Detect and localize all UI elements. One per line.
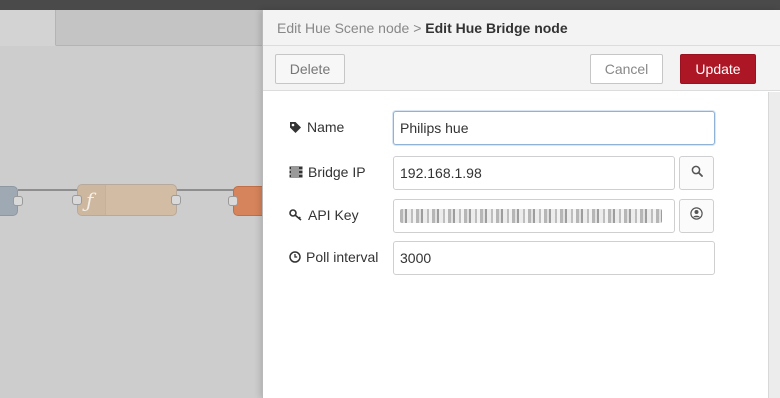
form-row-name: Name Philips hue	[289, 111, 719, 145]
server-icon	[289, 166, 303, 178]
search-icon	[691, 164, 703, 182]
api-key-label: API Key	[308, 207, 359, 223]
user-circle-icon	[690, 207, 703, 225]
workspace-tab[interactable]	[0, 10, 56, 46]
workspace-tab-bar	[0, 10, 262, 46]
function-node[interactable]: ƒ	[72, 184, 181, 216]
obscured-api-key	[400, 209, 662, 223]
search-bridge-button[interactable]	[679, 156, 714, 190]
key-icon	[289, 209, 303, 221]
update-button[interactable]: Update	[680, 54, 756, 84]
breadcrumb: Edit Hue Scene node > Edit Hue Bridge no…	[263, 10, 780, 46]
flow-wire[interactable]	[176, 189, 234, 191]
poll-interval-input[interactable]: 3000	[393, 241, 715, 275]
cancel-button[interactable]: Cancel	[590, 54, 663, 84]
node-input-port[interactable]	[228, 196, 238, 206]
node-input-port[interactable]	[72, 195, 82, 205]
bridge-ip-label: Bridge IP	[308, 164, 366, 180]
api-key-input[interactable]	[393, 199, 675, 233]
flow-workspace[interactable]: ƒ	[0, 10, 273, 398]
api-key-label-group: API Key	[289, 207, 359, 223]
poll-interval-label: Poll interval	[306, 249, 379, 265]
function-node-icon-area: ƒ	[78, 185, 106, 215]
flow-wire[interactable]	[18, 189, 78, 191]
clock-icon	[289, 251, 301, 263]
function-icon: ƒ	[86, 188, 94, 212]
breadcrumb-parent[interactable]: Edit Hue Scene node	[277, 20, 409, 36]
bridge-ip-label-group: Bridge IP	[289, 164, 366, 180]
form-row-bridge-ip: Bridge IP 192.168.1.98	[289, 156, 719, 190]
bridge-ip-input[interactable]: 192.168.1.98	[393, 156, 675, 190]
form-row-api-key: API Key	[289, 199, 719, 233]
inject-node[interactable]	[0, 186, 23, 216]
poll-interval-label-group: Poll interval	[289, 249, 378, 265]
tray-toolbar: Delete Cancel Update	[263, 46, 780, 91]
edit-tray: Edit Hue Scene node > Edit Hue Bridge no…	[262, 10, 780, 398]
node-output-port[interactable]	[13, 196, 23, 206]
get-api-key-button[interactable]	[679, 199, 714, 233]
breadcrumb-current: Edit Hue Bridge node	[425, 20, 568, 36]
breadcrumb-separator: >	[409, 20, 426, 36]
node-output-port[interactable]	[171, 195, 181, 205]
tray-resize-handle[interactable]	[263, 390, 267, 398]
name-label: Name	[307, 119, 345, 135]
delete-button[interactable]: Delete	[275, 54, 345, 84]
tray-scrollbar[interactable]	[768, 92, 780, 398]
tag-icon	[289, 121, 302, 134]
name-label-group: Name	[289, 119, 344, 135]
form-row-poll-interval: Poll interval 3000	[289, 241, 719, 275]
top-strip	[0, 0, 780, 10]
name-input[interactable]: Philips hue	[393, 111, 715, 145]
